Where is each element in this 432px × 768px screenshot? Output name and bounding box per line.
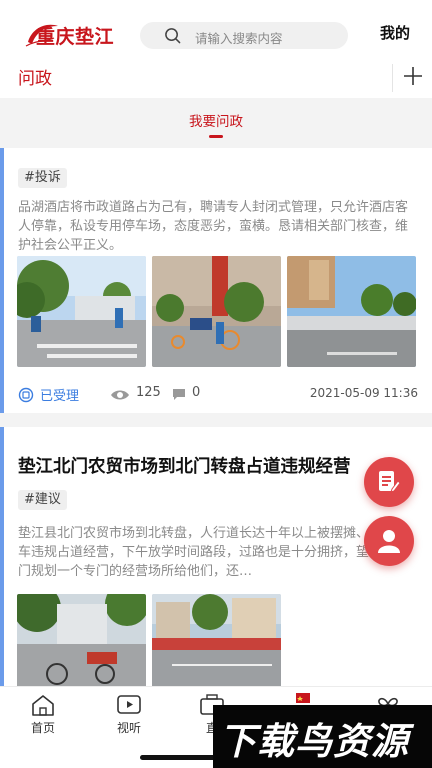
post-card[interactable]: 垫江北门农贸市场到北门转盘占道违规经营 #建议 垫江县北门农贸市场到北转盘，人行… [0,427,432,689]
app-logo[interactable]: 重庆垫江 [24,18,128,50]
post-photo[interactable] [17,256,146,367]
comment-icon [173,389,185,400]
post-photo[interactable] [152,256,281,367]
watermark: 下载鸟资源 [213,705,432,768]
video-play-icon [117,695,141,714]
nav-item-video[interactable]: 视听 [99,687,159,747]
post-body: 品湖酒店将市政道路占为己有，聘请专人封闭式管理，只允许酒店客人停靠，私设专用停车… [18,200,409,253]
tab-my-inquiry[interactable]: 我要问政 [0,110,432,130]
post-meta: 已受理 125 0 2021-05-09 11:36 [18,384,418,406]
post-tag: #投诉 [18,168,67,188]
category-label[interactable]: 问政 [18,64,52,89]
nav-label: 视听 [116,721,141,735]
tab-active-indicator [209,135,223,138]
sub-tab-bar: 我要问政 [0,98,432,144]
edit-document-icon [379,471,401,493]
plus-icon[interactable] [402,65,424,87]
category-bar: 问政 [0,64,432,98]
view-count: 125 [136,385,161,400]
nav-item-home[interactable]: 首页 [13,687,73,747]
post-photo[interactable] [287,256,416,367]
comment-count: 0 [192,385,201,400]
post-title: 垫江北门农贸市场到北门转盘占道违规经营 [18,457,351,477]
post-tag: #建议 [18,490,67,510]
search-icon [165,28,181,44]
new-post-button[interactable] [364,457,414,507]
status-badge: 已受理 [40,389,80,404]
app-header: 重庆垫江 请输入搜索内容 我的 [0,0,432,64]
search-input[interactable]: 请输入搜索内容 [140,22,348,49]
post-date: 2021-05-09 11:36 [309,386,418,400]
eye-icon [111,390,129,400]
post-body: 垫江县北门农贸市场到北转盘，人行道长达十年以上被摆摊、放摩托车违规占道经营，下午… [18,526,409,579]
post-card[interactable]: #投诉 品湖酒店将市政道路占为己有，聘请专人封闭式管理，只允许酒店客人停靠，私设… [0,148,432,413]
post-photo[interactable] [152,594,281,689]
category-divider [392,64,393,92]
logo-text: 重庆垫江 [36,26,115,48]
watermark-text: 下载鸟资源 [219,720,409,763]
search-placeholder: 请输入搜索内容 [195,31,283,46]
mine-link[interactable]: 我的 [380,22,410,43]
status-icon [18,387,34,403]
post-photo[interactable] [17,594,146,689]
user-icon [378,530,400,553]
user-center-button[interactable] [364,516,414,566]
home-icon [32,695,54,716]
nav-label: 首页 [30,721,55,735]
